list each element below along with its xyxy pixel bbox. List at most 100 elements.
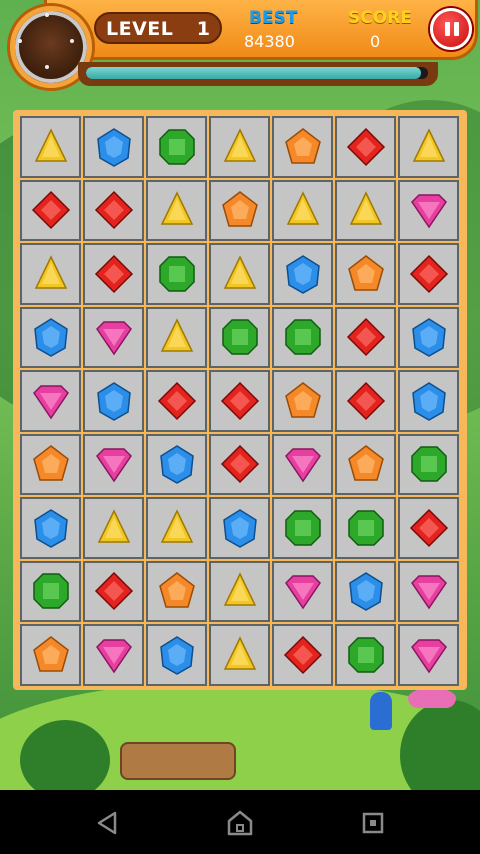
yellow-triangle-gem [97,509,130,543]
board-cell[interactable] [209,116,270,178]
board-cell[interactable] [398,497,459,559]
board-cell[interactable] [398,179,459,241]
board-cell[interactable] [83,433,144,495]
board-cell[interactable] [209,624,270,686]
board-cell[interactable] [146,306,207,368]
android-nav-bar [0,790,480,854]
board-cell[interactable] [398,243,459,305]
board-cell[interactable] [146,624,207,686]
board-cell[interactable] [209,370,270,432]
board-cell[interactable] [398,306,459,368]
board-cell[interactable] [335,624,396,686]
level-value: 1 [196,18,210,40]
board-cell[interactable] [209,497,270,559]
pink-heart-gem [95,448,132,483]
board-cell[interactable] [335,179,396,241]
board-cell[interactable] [335,243,396,305]
board-cell[interactable] [335,560,396,622]
pause-button[interactable] [430,8,472,50]
board-cell[interactable] [20,179,81,241]
board-cell[interactable] [209,433,270,495]
board-cell[interactable] [83,624,144,686]
board-cell[interactable] [20,370,81,432]
board-cell[interactable] [146,179,207,241]
green-octagon-gem [158,129,195,165]
board-cell[interactable] [272,116,333,178]
board-cell[interactable] [146,370,207,432]
board-cell[interactable] [335,370,396,432]
game-board [13,110,467,690]
yellow-triangle-gem [223,572,256,606]
game-scene: LEVEL 1 BEST 84380 SCORE 0 [0,0,480,790]
board-cell[interactable] [272,306,333,368]
home-icon[interactable] [225,808,255,838]
board-cell[interactable] [209,306,270,368]
board-cell[interactable] [83,243,144,305]
blue-hexagon-gem [159,635,194,675]
board-cell[interactable] [335,433,396,495]
board-cell[interactable] [398,370,459,432]
board-cell[interactable] [272,497,333,559]
blue-hexagon-gem [222,508,257,548]
board-cell[interactable] [272,433,333,495]
pink-heart-gem [284,575,321,610]
board-cell[interactable] [146,243,207,305]
board-cell[interactable] [272,560,333,622]
orange-pentagon-gem [347,254,384,291]
orange-pentagon-gem [284,381,321,418]
blue-hexagon-gem [348,572,383,612]
board-cell[interactable] [398,624,459,686]
orange-pentagon-gem [347,445,384,481]
recent-apps-icon[interactable] [358,808,388,838]
board-cell[interactable] [20,116,81,178]
board-cell[interactable] [20,560,81,622]
board-cell[interactable] [398,433,459,495]
board-cell[interactable] [83,306,144,368]
board-cell[interactable] [335,497,396,559]
board-cell[interactable] [146,116,207,178]
board-cell[interactable] [398,560,459,622]
orange-pentagon-gem [221,191,258,227]
board-cell[interactable] [335,306,396,368]
board-cell[interactable] [209,560,270,622]
board-cell[interactable] [146,433,207,495]
red-diamond-gem [94,572,133,611]
red-diamond-gem [220,381,259,420]
green-octagon-gem [158,256,195,292]
board-cell[interactable] [83,179,144,241]
board-cell[interactable] [209,243,270,305]
board-cell[interactable] [20,624,81,686]
board-cell[interactable] [146,560,207,622]
board-cell[interactable] [146,497,207,559]
board-cell[interactable] [20,306,81,368]
board-cell[interactable] [20,243,81,305]
board-cell[interactable] [272,624,333,686]
board-cell[interactable] [20,433,81,495]
bush [20,720,110,790]
board-cell[interactable] [272,370,333,432]
pink-heart-gem [410,639,447,674]
board-cell[interactable] [335,116,396,178]
board-cell[interactable] [20,497,81,559]
red-diamond-gem [94,254,133,293]
green-octagon-gem [32,573,69,609]
board-cell[interactable] [83,370,144,432]
blue-hexagon-gem [33,318,68,358]
green-octagon-gem [347,637,384,673]
blue-hexagon-gem [285,254,320,294]
yellow-triangle-gem [412,128,445,162]
board-cell[interactable] [398,116,459,178]
back-icon[interactable] [93,808,123,838]
board-cell[interactable] [83,116,144,178]
red-diamond-gem [346,127,385,166]
board-cell[interactable] [272,243,333,305]
red-diamond-gem [346,318,385,357]
yellow-triangle-gem [34,128,67,162]
board-cell[interactable] [272,179,333,241]
board-cell[interactable] [83,497,144,559]
green-octagon-gem [284,510,321,546]
pause-icon [445,22,450,36]
board-cell[interactable] [209,179,270,241]
board-cell[interactable] [83,560,144,622]
yellow-triangle-gem [349,191,382,225]
